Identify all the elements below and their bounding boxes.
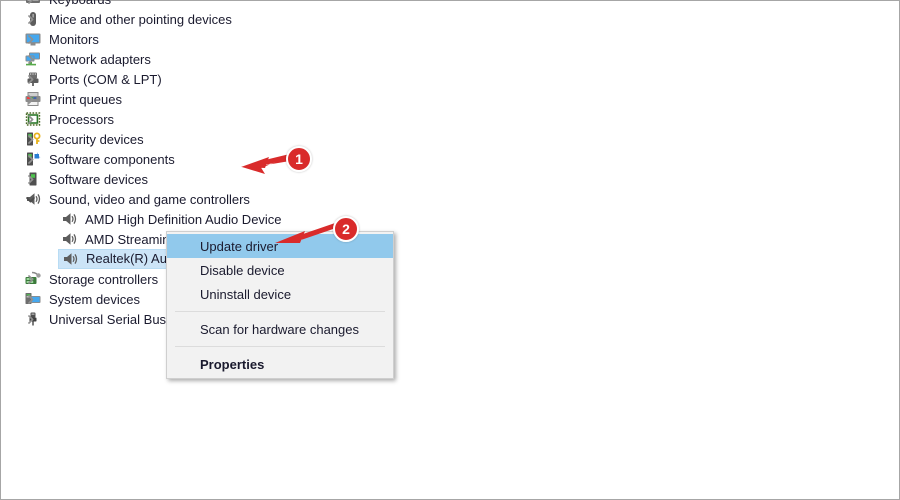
tree-item-monitors[interactable]: Monitors xyxy=(1,29,521,49)
tree-item-label: Storage controllers xyxy=(49,271,159,287)
tree-item-content: Storage controllers xyxy=(23,270,162,288)
device-manager-window: Keyboards Mice and other pointing devices… xyxy=(0,0,900,500)
chevron-right-icon[interactable] xyxy=(23,129,37,149)
annotation-badge-2: 2 xyxy=(333,216,359,242)
annotation-badge-1: 1 xyxy=(286,146,312,172)
chevron-right-icon[interactable] xyxy=(23,29,37,49)
tree-item-label: Ports (COM & LPT) xyxy=(49,71,162,87)
tree-item-content: Security devices xyxy=(23,130,148,148)
chevron-right-icon[interactable] xyxy=(23,109,37,129)
context-menu[interactable]: Update driver Disable device Uninstall dev… xyxy=(166,231,394,379)
tree-item-content: Ports (COM & LPT) xyxy=(23,70,166,88)
tree-item-amd-high-definition-audio-device[interactable]: AMD High Definition Audio Device xyxy=(1,209,521,229)
speaker-icon xyxy=(59,230,79,248)
tree-item-content: Software devices xyxy=(23,170,152,188)
tree-item-content: Network adapters xyxy=(23,50,155,68)
tree-item-print-queues[interactable]: Print queues xyxy=(1,89,521,109)
menu-item-scan-for-hardware-changes[interactable]: Scan for hardware changes xyxy=(167,317,393,341)
tree-item-label: Keyboards xyxy=(49,0,115,7)
tree-item-content: AMD High Definition Audio Device xyxy=(59,210,286,228)
tree-item-label: Realtek(R) Audio xyxy=(86,251,176,266)
menu-item-disable-device[interactable]: Disable device xyxy=(167,258,393,282)
tree-item-label: Universal Serial Bus xyxy=(49,311,167,327)
tree-item-content: System devices xyxy=(23,290,144,308)
chevron-right-icon[interactable] xyxy=(23,49,37,69)
menu-item-properties[interactable]: Properties xyxy=(167,352,393,376)
tree-item-security-devices[interactable]: Security devices xyxy=(1,129,521,149)
tree-item-label: Software components xyxy=(49,151,175,167)
tree-item-network-adapters[interactable]: Network adapters xyxy=(1,49,521,69)
chevron-right-icon[interactable] xyxy=(23,309,37,329)
tree-item-label: Processors xyxy=(49,111,115,127)
tree-item-label: Network adapters xyxy=(49,51,151,67)
tree-item-mice-and-other-pointing-devices[interactable]: Mice and other pointing devices xyxy=(1,9,521,29)
chevron-right-icon[interactable] xyxy=(23,289,37,309)
chevron-down-icon[interactable] xyxy=(23,189,37,209)
tree-item-ports-com-lpt[interactable]: Ports (COM & LPT) xyxy=(1,69,521,89)
menu-item-label: Update driver xyxy=(200,238,279,254)
menu-separator xyxy=(175,346,385,347)
tree-item-content: Sound, video and game controllers xyxy=(23,190,254,208)
tree-item-label: Print queues xyxy=(49,91,122,107)
tree-item-content: Print queues xyxy=(23,90,126,108)
tree-item-label: Security devices xyxy=(49,131,144,147)
tree-item-label: Monitors xyxy=(49,31,99,47)
chevron-right-icon[interactable] xyxy=(23,89,37,109)
annotation-arrow-2 xyxy=(275,222,339,243)
tree-item-sound-video-and-game-controllers[interactable]: Sound, video and game controllers xyxy=(1,189,521,209)
menu-item-label: Properties xyxy=(200,356,265,372)
menu-separator xyxy=(175,311,385,312)
tree-item-label: Software devices xyxy=(49,171,148,187)
tree-item-processors[interactable]: Processors xyxy=(1,109,521,129)
tree-item-content: Software components xyxy=(23,150,179,168)
tree-item-label: Mice and other pointing devices xyxy=(49,11,232,27)
tree-item-content: Processors xyxy=(23,110,118,128)
tree-item-label: Sound, video and game controllers xyxy=(49,191,250,207)
tree-item-keyboards[interactable]: Keyboards xyxy=(1,0,521,9)
menu-item-label: Uninstall device xyxy=(200,286,292,302)
menu-item-uninstall-device[interactable]: Uninstall device xyxy=(167,282,393,306)
speaker-icon xyxy=(60,250,80,268)
chevron-right-icon[interactable] xyxy=(23,9,37,29)
tree-item-content: Universal Serial Bus xyxy=(23,310,170,328)
tree-item-content: Realtek(R) Audio xyxy=(58,249,176,269)
tree-item-content: Mice and other pointing devices xyxy=(23,10,236,28)
chevron-right-icon[interactable] xyxy=(23,69,37,89)
speaker-icon xyxy=(59,210,79,228)
tree-item-label: AMD High Definition Audio Device xyxy=(85,211,282,227)
chevron-right-icon[interactable] xyxy=(23,149,37,169)
chevron-right-icon[interactable] xyxy=(23,269,37,289)
menu-item-label: Disable device xyxy=(200,262,285,278)
chevron-right-icon[interactable] xyxy=(23,169,37,189)
chevron-right-icon[interactable] xyxy=(23,0,37,9)
tree-item-label: System devices xyxy=(49,291,141,307)
menu-item-label: Scan for hardware changes xyxy=(200,321,359,337)
